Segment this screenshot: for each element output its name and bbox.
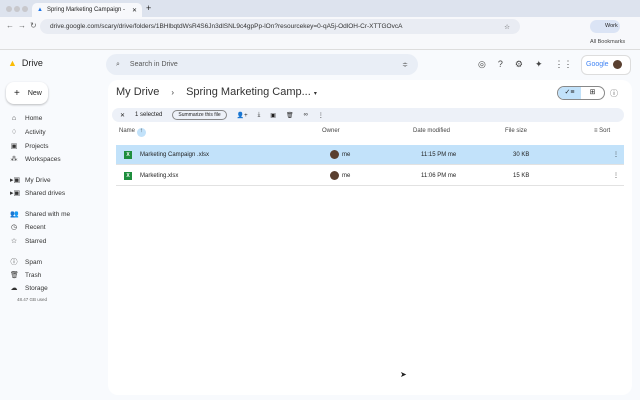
bell-icon: ♢ — [10, 128, 18, 136]
home-icon: ⌂ — [10, 115, 18, 122]
file-date-modified: 11:06 PM me — [421, 173, 513, 179]
sort-ascending-icon[interactable]: ↑ — [137, 128, 146, 137]
file-owner: me — [330, 171, 421, 180]
sidebar-item-my-drive[interactable]: ▸▣My Drive — [10, 176, 51, 184]
trash-icon: 🗑 — [10, 271, 18, 279]
breadcrumb-my-drive[interactable]: My Drive — [116, 86, 159, 99]
sidebar-item-storage[interactable]: ☁Storage — [10, 284, 48, 292]
more-options-icon[interactable]: ⋮ — [613, 172, 619, 179]
clock-icon: ◷ — [10, 223, 18, 231]
column-header-date-modified[interactable]: Date modified — [413, 128, 450, 142]
file-size: 15 KB — [513, 173, 613, 179]
sidebar-item-projects[interactable]: ▣Projects — [10, 142, 48, 150]
plus-icon: + — [14, 88, 20, 99]
sidebar-item-home[interactable]: ⌂Home — [10, 115, 42, 122]
address-bar[interactable]: drive.google.com/scary/drive/folders/1BH… — [40, 19, 520, 34]
caret-down-icon: ▾ — [314, 91, 317, 97]
forward-button[interactable]: → — [18, 21, 26, 30]
drive-logo[interactable]: ▲Drive — [8, 58, 43, 68]
sidebar-item-trash[interactable]: 🗑Trash — [10, 271, 41, 279]
settings-icon[interactable]: ⚙ — [515, 59, 523, 70]
sidebar-item-recent[interactable]: ◷Recent — [10, 223, 46, 231]
browser-tab[interactable]: ▲Spring Marketing Campaign -✕ — [32, 3, 142, 17]
bookmark-star-icon[interactable]: ☆ — [504, 23, 510, 31]
bookmarks-bar — [0, 37, 640, 50]
storage-usage: 48.47 GB used — [17, 297, 47, 302]
people-icon: 👥 — [10, 210, 18, 218]
share-icon[interactable]: 👤+ — [237, 112, 248, 119]
sidebar-item-activity[interactable]: ♢Activity — [10, 128, 46, 136]
breadcrumb-current-folder[interactable]: Spring Marketing Camp... ▾ — [186, 86, 317, 99]
reload-button[interactable]: ↻ — [30, 21, 37, 30]
projects-icon: ▣ — [10, 142, 18, 150]
help-icon[interactable]: ? — [498, 59, 503, 70]
tab-close-icon[interactable]: ✕ — [132, 7, 137, 14]
file-size: 30 KB — [513, 152, 613, 158]
file-owner: me — [330, 150, 421, 159]
summarize-file-button[interactable]: Summarize this file — [172, 110, 226, 120]
details-info-icon[interactable]: ⓘ — [610, 88, 618, 99]
selection-toolbar: ✕ 1 selected Summarize this file 👤+ ⤓ ▣ … — [112, 108, 624, 122]
trash-icon[interactable]: 🗑 — [286, 112, 294, 119]
sort-button[interactable]: ≡ Sort — [594, 128, 610, 142]
shared-drives-icon: ▸▣ — [10, 189, 18, 197]
file-date-modified: 11:15 PM me — [421, 152, 513, 158]
search-icon: ⌕ — [116, 61, 120, 69]
sidebar-item-spam[interactable]: ⓘSpam — [10, 257, 42, 267]
chevron-right-icon: › — [171, 86, 174, 99]
file-name: Marketing Campaign .xlsx — [140, 152, 330, 158]
mouse-cursor-icon: ➤ — [400, 370, 407, 379]
more-options-icon[interactable]: ⋮ — [613, 151, 619, 158]
column-header-name[interactable]: Name ↑ — [119, 128, 146, 142]
apps-grid-icon[interactable]: ⋮⋮ — [555, 59, 573, 70]
sidebar-item-shared-with-me[interactable]: 👥Shared with me — [10, 210, 70, 218]
excel-file-icon: X — [124, 172, 132, 180]
view-toggle: ✓≡⊞ — [557, 86, 605, 100]
file-name: Marketing.xlsx — [140, 173, 330, 179]
workspaces-icon: ⁂ — [10, 155, 18, 163]
sidebar-item-workspaces[interactable]: ⁂Workspaces — [10, 155, 61, 163]
new-button[interactable]: +New — [6, 82, 48, 104]
download-icon[interactable]: ⤓ — [258, 112, 261, 119]
move-icon[interactable]: ▣ — [270, 112, 276, 119]
list-view-button[interactable]: ✓≡ — [558, 87, 581, 99]
window-close-button[interactable] — [6, 6, 12, 12]
new-tab-button[interactable]: + — [146, 3, 151, 13]
search-input[interactable]: ⌕Search in Drive≑ — [106, 54, 418, 75]
sidebar-item-starred[interactable]: ☆Starred — [10, 237, 46, 245]
profile-button[interactable]: Work — [590, 20, 620, 33]
window-minimize-button[interactable] — [14, 6, 20, 12]
my-drive-icon: ▸▣ — [10, 176, 18, 184]
spam-icon: ⓘ — [10, 257, 18, 267]
drive-logo-icon: ▲ — [8, 58, 17, 68]
excel-file-icon: X — [124, 151, 132, 159]
grid-view-button[interactable]: ⊞ — [581, 87, 604, 99]
window-zoom-button[interactable] — [22, 6, 28, 12]
file-row[interactable]: X Marketing.xlsx me 11:06 PM me 15 KB ⋮ — [116, 166, 624, 186]
main-panel — [108, 80, 632, 395]
cloud-icon: ☁ — [10, 284, 18, 292]
gemini-icon[interactable]: ✦ — [535, 59, 543, 70]
search-options-icon[interactable]: ≑ — [402, 61, 408, 69]
clear-selection-icon[interactable]: ✕ — [120, 112, 125, 119]
avatar — [330, 150, 339, 159]
all-bookmarks-button[interactable]: All Bookmarks — [590, 39, 625, 45]
column-header-owner[interactable]: Owner — [322, 128, 340, 142]
breadcrumb: My Drive › Spring Marketing Camp... ▾ — [116, 86, 317, 99]
avatar — [330, 171, 339, 180]
account-button[interactable]: Google — [581, 55, 631, 75]
file-row[interactable]: X Marketing Campaign .xlsx me 11:15 PM m… — [116, 145, 624, 165]
offline-status-icon[interactable]: ◎ — [478, 59, 486, 70]
sidebar-item-shared-drives[interactable]: ▸▣Shared drives — [10, 189, 65, 197]
back-button[interactable]: ← — [6, 21, 14, 30]
more-actions-icon[interactable]: ⋮ — [318, 112, 324, 119]
drive-favicon-icon: ▲ — [37, 7, 43, 13]
copy-link-icon[interactable]: ∞ — [304, 112, 308, 118]
star-icon: ☆ — [10, 237, 18, 245]
column-header-file-size[interactable]: File size — [505, 128, 527, 142]
